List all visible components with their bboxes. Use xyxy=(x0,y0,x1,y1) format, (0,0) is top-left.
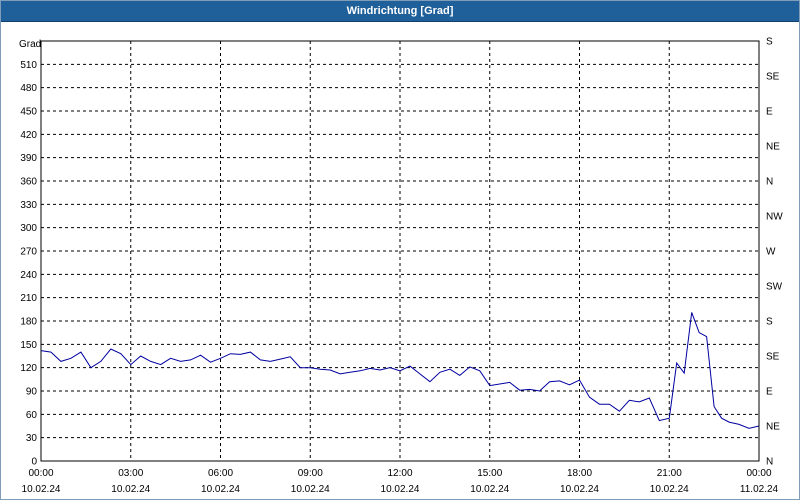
y-tick-label: 360 xyxy=(20,177,37,188)
chart-window: Windrichtung [Grad] 0 30 60 90 120 150 180 210 2… xyxy=(0,0,800,500)
y-tick-label: 510 xyxy=(20,60,37,71)
x-tick-date: 10.02.24 xyxy=(22,484,61,495)
right-axis-label: SE xyxy=(766,352,780,363)
y-tick-label: 330 xyxy=(20,200,37,211)
y-tick-label: 150 xyxy=(20,340,37,351)
x-tick-date: 10.02.24 xyxy=(381,484,420,495)
right-axis-label: N xyxy=(766,177,773,188)
chart-title-bar: Windrichtung [Grad] xyxy=(1,1,799,22)
y-tick-label: 420 xyxy=(20,130,37,141)
y-tick-label: 480 xyxy=(20,83,37,94)
x-tick-time: 06:00 xyxy=(208,468,233,479)
y-tick-label: 30 xyxy=(26,433,38,444)
right-axis-label: S xyxy=(766,317,773,328)
y-tick-label: 120 xyxy=(20,363,37,374)
y-tick-label: 210 xyxy=(20,293,37,304)
y-tick-label: 180 xyxy=(20,317,37,328)
x-tick-time: 12:00 xyxy=(387,468,412,479)
y-tick-label: 90 xyxy=(26,387,38,398)
x-tick-date: 10.02.24 xyxy=(470,484,509,495)
x-tick-date: 10.02.24 xyxy=(560,484,599,495)
x-tick-time: 15:00 xyxy=(477,468,502,479)
x-tick-date: 10.02.24 xyxy=(111,484,150,495)
x-tick-date: 10.02.24 xyxy=(291,484,330,495)
y-tick-label: 0 xyxy=(31,457,37,468)
wind-direction-chart: 0 30 60 90 120 150 180 210 240 270 300 330 360 390 420… xyxy=(19,37,783,496)
right-axis-label: NW xyxy=(766,212,783,223)
right-axis-label: S xyxy=(766,37,773,48)
x-tick-date: 11.02.24 xyxy=(740,484,779,495)
y-tick-label: 450 xyxy=(20,107,37,118)
chart-title: Windrichtung [Grad] xyxy=(346,5,454,17)
right-axis-label: NE xyxy=(766,422,780,433)
right-axis-label: W xyxy=(766,247,776,258)
right-axis-label: E xyxy=(766,107,773,118)
x-tick-time: 21:00 xyxy=(657,468,682,479)
x-tick-date: 10.02.24 xyxy=(201,484,240,495)
y-tick-label: 240 xyxy=(20,270,37,281)
x-tick-time: 03:00 xyxy=(118,468,143,479)
y-tick-label: 390 xyxy=(20,153,37,164)
x-tick-time: 00:00 xyxy=(746,468,771,479)
x-tick-time: 18:00 xyxy=(567,468,592,479)
x-tick-time: 09:00 xyxy=(298,468,323,479)
x-tick-time: 00:00 xyxy=(28,468,53,479)
right-axis-label: SW xyxy=(766,282,783,293)
y-axis-label: Grad xyxy=(19,39,41,50)
y-tick-label: 60 xyxy=(26,410,38,421)
y-tick-label: 270 xyxy=(20,247,37,258)
right-axis-label: NE xyxy=(766,142,780,153)
right-axis-label: E xyxy=(766,387,773,398)
x-tick-date: 10.02.24 xyxy=(650,484,689,495)
y-tick-label: 300 xyxy=(20,223,37,234)
right-axis-label: SE xyxy=(766,72,780,83)
right-axis-label: N xyxy=(766,457,773,468)
